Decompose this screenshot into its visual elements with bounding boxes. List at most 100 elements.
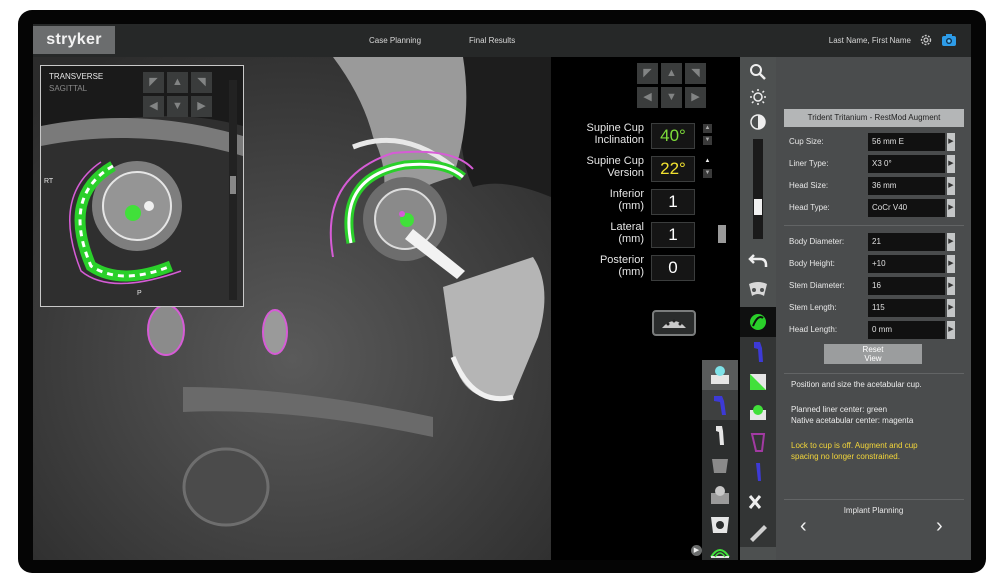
- increment-icon[interactable]: ▲: [703, 124, 712, 133]
- body-diameter-field[interactable]: 21: [868, 233, 945, 251]
- stem-icon[interactable]: [740, 337, 776, 367]
- stem-blue-icon[interactable]: [702, 390, 738, 420]
- stem-blue-small-icon[interactable]: [740, 457, 776, 487]
- divider: [784, 499, 964, 500]
- settings-gear-icon[interactable]: [919, 33, 933, 47]
- lateral-label: Lateral (mm): [610, 221, 644, 245]
- stem-length-field[interactable]: 115: [868, 299, 945, 317]
- instruction-text: Position and size the acetabular cup.: [791, 380, 922, 389]
- head-center-icon[interactable]: [740, 397, 776, 427]
- side-marker: RT: [44, 178, 54, 185]
- cup-size-label: Cup Size:: [789, 137, 824, 146]
- cup-icon[interactable]: [740, 307, 776, 337]
- arrow-up-right-icon[interactable]: ◥: [191, 72, 212, 93]
- posterior-marker: P: [137, 290, 142, 297]
- femur-head-icon[interactable]: [702, 480, 738, 510]
- chevron-right-icon[interactable]: ▶: [947, 199, 955, 217]
- stem-diameter-field[interactable]: 16: [868, 277, 945, 295]
- warning-text-line2: spacing no longer constrained.: [791, 452, 900, 461]
- window-level-slider[interactable]: [753, 139, 763, 239]
- lateral-value[interactable]: 1: [651, 222, 695, 248]
- arrow-up-left-icon[interactable]: ◤: [637, 63, 658, 84]
- body-height-label: Body Height:: [789, 259, 835, 268]
- version-value[interactable]: 22°: [651, 156, 695, 182]
- reset-view-button[interactable]: Reset View: [824, 344, 922, 364]
- cup-mesh-icon[interactable]: [702, 540, 738, 560]
- pelvis-white-icon[interactable]: [702, 510, 738, 540]
- liner-type-field[interactable]: X3 0°: [868, 155, 945, 173]
- arrow-left-icon[interactable]: ◀: [143, 96, 164, 117]
- legend-magenta-text: Native acetabular center: magenta: [791, 416, 914, 425]
- inset-nudge-arrows: ◤ ▲ ◥ ◀ ▼ ▶: [143, 72, 212, 117]
- cup-size-field[interactable]: 56 mm E: [868, 133, 945, 151]
- chevron-right-icon[interactable]: ▶: [947, 155, 955, 173]
- increment-icon[interactable]: ▲: [703, 157, 712, 166]
- inclination-label: Supine Cup Inclination: [586, 122, 645, 146]
- view-nudge-arrows: ◤ ▲ ◥ ◀ ▼ ▶: [637, 63, 706, 108]
- liner-type-label: Liner Type:: [789, 159, 829, 168]
- femur-magenta-icon[interactable]: [740, 427, 776, 457]
- tab-case-planning[interactable]: Case Planning: [369, 24, 421, 57]
- head-size-label: Head Size:: [789, 181, 829, 190]
- camera-icon[interactable]: [941, 33, 957, 47]
- inferior-value[interactable]: 1: [651, 189, 695, 215]
- posterior-value[interactable]: 0: [651, 255, 695, 281]
- body-diameter-label: Body Diameter:: [789, 237, 845, 246]
- head-size-field[interactable]: 36 mm: [868, 177, 945, 195]
- decrement-icon[interactable]: ▼: [703, 169, 712, 178]
- arrow-up-icon[interactable]: ▲: [167, 72, 188, 93]
- undo-icon[interactable]: [740, 245, 776, 275]
- chevron-right-icon[interactable]: ▶: [947, 177, 955, 195]
- step-label: Implant Planning: [843, 506, 904, 515]
- chevron-right-icon[interactable]: ▶: [947, 321, 955, 339]
- implant-title[interactable]: Trident Tritanium - RestMod Augment: [784, 109, 964, 127]
- scroll-thumb[interactable]: [718, 225, 726, 243]
- chevron-right-icon[interactable]: ▶: [947, 277, 955, 295]
- contrast-icon[interactable]: [740, 107, 776, 137]
- chevron-right-icon[interactable]: ▶: [947, 299, 955, 317]
- stem-diameter-label: Stem Diameter:: [789, 281, 845, 290]
- tool-strip: [740, 57, 776, 560]
- arrow-up-icon[interactable]: ▲: [661, 63, 682, 84]
- view-label-transverse[interactable]: TRANSVERSE: [49, 72, 103, 81]
- stryker-logo: stryker: [33, 26, 115, 54]
- expand-icon[interactable]: ▶: [691, 545, 702, 556]
- tab-final-results[interactable]: Final Results: [469, 24, 515, 57]
- arrow-up-left-icon[interactable]: ◤: [143, 72, 164, 93]
- legend-green-text: Planned liner center: green: [791, 405, 888, 414]
- stem-white-icon[interactable]: [702, 420, 738, 450]
- ct-coronal-view[interactable]: TRANSVERSE SAGITTAL RT P ◤ ▲ ◥ ◀ ▼ ▶: [33, 57, 551, 560]
- pelvis-tilt-button[interactable]: [652, 310, 696, 336]
- cup-augment-icon[interactable]: [702, 360, 738, 390]
- arrow-right-icon[interactable]: ▶: [685, 87, 706, 108]
- arrow-down-icon[interactable]: ▼: [661, 87, 682, 108]
- arrow-right-icon[interactable]: ▶: [191, 96, 212, 117]
- transverse-image: [41, 66, 243, 306]
- head-length-field[interactable]: 0 mm: [868, 321, 945, 339]
- chevron-right-icon[interactable]: ▶: [947, 133, 955, 151]
- arrow-down-icon[interactable]: ▼: [167, 96, 188, 117]
- next-step-icon[interactable]: ›: [936, 515, 943, 538]
- body-height-field[interactable]: +10: [868, 255, 945, 273]
- view-label-sagittal[interactable]: SAGITTAL: [49, 84, 87, 93]
- offset-icon[interactable]: [740, 367, 776, 397]
- cut-xray-icon[interactable]: [740, 487, 776, 517]
- chevron-right-icon[interactable]: ▶: [947, 255, 955, 273]
- inclination-value[interactable]: 40°: [651, 123, 695, 149]
- previous-step-icon[interactable]: ‹: [800, 515, 807, 538]
- chevron-right-icon[interactable]: ▶: [947, 233, 955, 251]
- femur-gray-icon[interactable]: [702, 450, 738, 480]
- pelvis-icon[interactable]: [740, 275, 776, 305]
- head-length-label: Head Length:: [789, 325, 838, 334]
- head-type-field[interactable]: CoCr V40: [868, 199, 945, 217]
- arrow-up-right-icon[interactable]: ◥: [685, 63, 706, 84]
- ruler-icon[interactable]: [740, 517, 776, 547]
- user-name[interactable]: Last Name, First Name: [829, 24, 911, 57]
- transverse-inset-view[interactable]: TRANSVERSE SAGITTAL RT P ◤ ▲ ◥ ◀ ▼ ▶: [40, 65, 244, 307]
- arrow-left-icon[interactable]: ◀: [637, 87, 658, 108]
- decrement-icon[interactable]: ▼: [703, 136, 712, 145]
- divider: [784, 225, 964, 226]
- top-bar: stryker Case Planning Final Results Last…: [33, 24, 971, 58]
- slider-thumb[interactable]: [754, 199, 762, 215]
- app-screen: stryker Case Planning Final Results Last…: [33, 24, 971, 560]
